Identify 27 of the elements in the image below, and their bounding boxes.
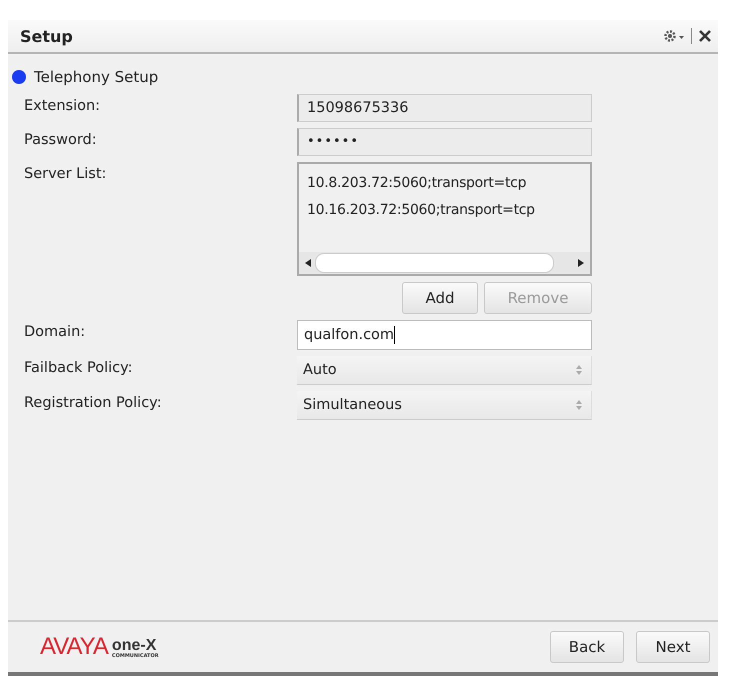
field-label: Registration Policy: <box>23 394 163 411</box>
field-label: Server List: <box>23 165 108 182</box>
settings-icon[interactable] <box>663 29 685 43</box>
dropdown[interactable]: Simultaneous <box>297 391 592 420</box>
input-field[interactable]: •••••• <box>297 128 592 156</box>
close-icon[interactable] <box>698 29 712 43</box>
window-title: Setup <box>20 26 73 46</box>
brand-name: AVAYA <box>40 635 108 659</box>
right-arrow-icon[interactable] <box>578 259 584 267</box>
list-button[interactable]: Add <box>402 282 478 314</box>
list-item[interactable]: 10.16.203.72:5060;transport=tcp <box>299 197 590 224</box>
input-field[interactable]: qualfon.com <box>297 320 592 350</box>
section-label: Telephony Setup <box>34 68 158 86</box>
input-field[interactable]: 15098675336 <box>297 94 592 122</box>
field-label: Extension: <box>23 97 102 114</box>
left-arrow-icon[interactable] <box>305 259 311 267</box>
spinner-icon <box>575 364 583 376</box>
field-label: Domain: <box>23 323 86 340</box>
nav-button[interactable]: Next <box>636 631 710 663</box>
spinner-icon <box>575 399 583 411</box>
field-label: Password: <box>23 131 98 148</box>
dropdown[interactable]: Auto <box>297 356 592 385</box>
nav-button[interactable]: Back <box>550 631 624 663</box>
product-name: one-X <box>112 638 156 654</box>
field-label: Failback Policy: <box>23 359 134 376</box>
scrollbar[interactable] <box>299 252 590 274</box>
list-item[interactable]: 10.8.203.72:5060;transport=tcp <box>299 170 590 197</box>
